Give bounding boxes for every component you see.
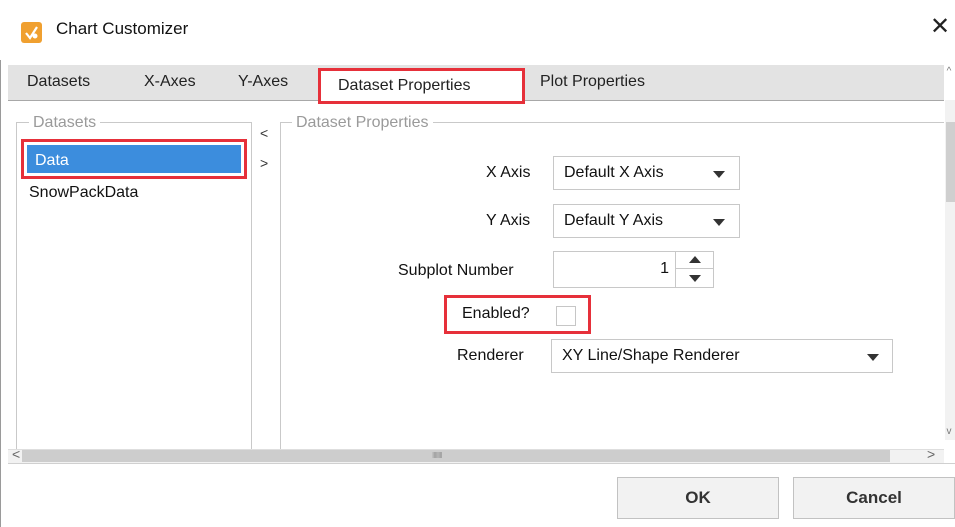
ok-button[interactable]: OK [617, 477, 779, 519]
scroll-left-icon[interactable]: < [12, 446, 20, 462]
tab-datasets[interactable]: Datasets [27, 73, 90, 91]
x-axis-value: Default X Axis [564, 164, 664, 181]
scroll-down-icon[interactable]: v [943, 426, 955, 440]
collapse-left-icon[interactable]: < [260, 118, 268, 148]
close-icon[interactable]: ✕ [929, 15, 951, 39]
scroll-right-icon[interactable]: > [927, 446, 935, 462]
dataset-properties-legend: Dataset Properties [292, 114, 433, 132]
selection-highlight: Data [27, 145, 241, 173]
tab-dataset-properties-label: Dataset Properties [338, 77, 471, 94]
spinner-buttons [675, 252, 713, 287]
title-bar: Chart Customizer ✕ [0, 0, 955, 60]
list-item-data[interactable]: Data [21, 139, 247, 179]
cancel-button[interactable]: Cancel [793, 477, 955, 519]
window-title: Chart Customizer [56, 19, 189, 38]
enabled-label: Enabled? [462, 305, 530, 322]
renderer-value: XY Line/Shape Renderer [562, 347, 740, 364]
scroll-grip: IIIIIIII [432, 451, 443, 460]
tab-y-axes[interactable]: Y-Axes [238, 73, 288, 91]
footer-divider [8, 463, 955, 464]
datasets-legend: Datasets [29, 114, 101, 132]
y-axis-value: Default Y Axis [564, 212, 664, 229]
horizontal-scroll-thumb[interactable] [22, 450, 890, 462]
y-axis-dropdown[interactable]: Default Y Axis [553, 204, 740, 238]
panel-collapse-arrows: < > [260, 118, 268, 178]
renderer-dropdown[interactable]: XY Line/Shape Renderer [551, 339, 893, 373]
x-axis-dropdown[interactable]: Default X Axis [553, 156, 740, 190]
collapse-right-icon[interactable]: > [260, 148, 268, 178]
subplot-number-value: 1 [660, 260, 669, 277]
spinner-down-icon[interactable] [676, 270, 713, 287]
enabled-checkbox[interactable] [556, 306, 576, 326]
chevron-down-icon [867, 354, 879, 361]
list-item-snowpackdata[interactable]: SnowPackData [29, 184, 138, 202]
chevron-down-icon [713, 219, 725, 226]
y-axis-label: Y Axis [486, 212, 531, 229]
renderer-label: Renderer [457, 347, 524, 364]
tab-dataset-properties[interactable]: Dataset Properties [318, 68, 525, 104]
subplot-number-label: Subplot Number [398, 262, 514, 279]
chevron-down-icon [713, 171, 725, 178]
tab-x-axes[interactable]: X-Axes [144, 73, 196, 91]
x-axis-label: X Axis [486, 164, 531, 181]
scroll-up-icon[interactable]: ^ [943, 66, 955, 80]
list-item-label: Data [35, 152, 69, 169]
spinner-up-icon[interactable] [676, 252, 713, 269]
vertical-scroll-thumb[interactable] [946, 122, 955, 202]
chart-customizer-icon [21, 22, 42, 43]
tab-plot-properties[interactable]: Plot Properties [540, 73, 645, 91]
